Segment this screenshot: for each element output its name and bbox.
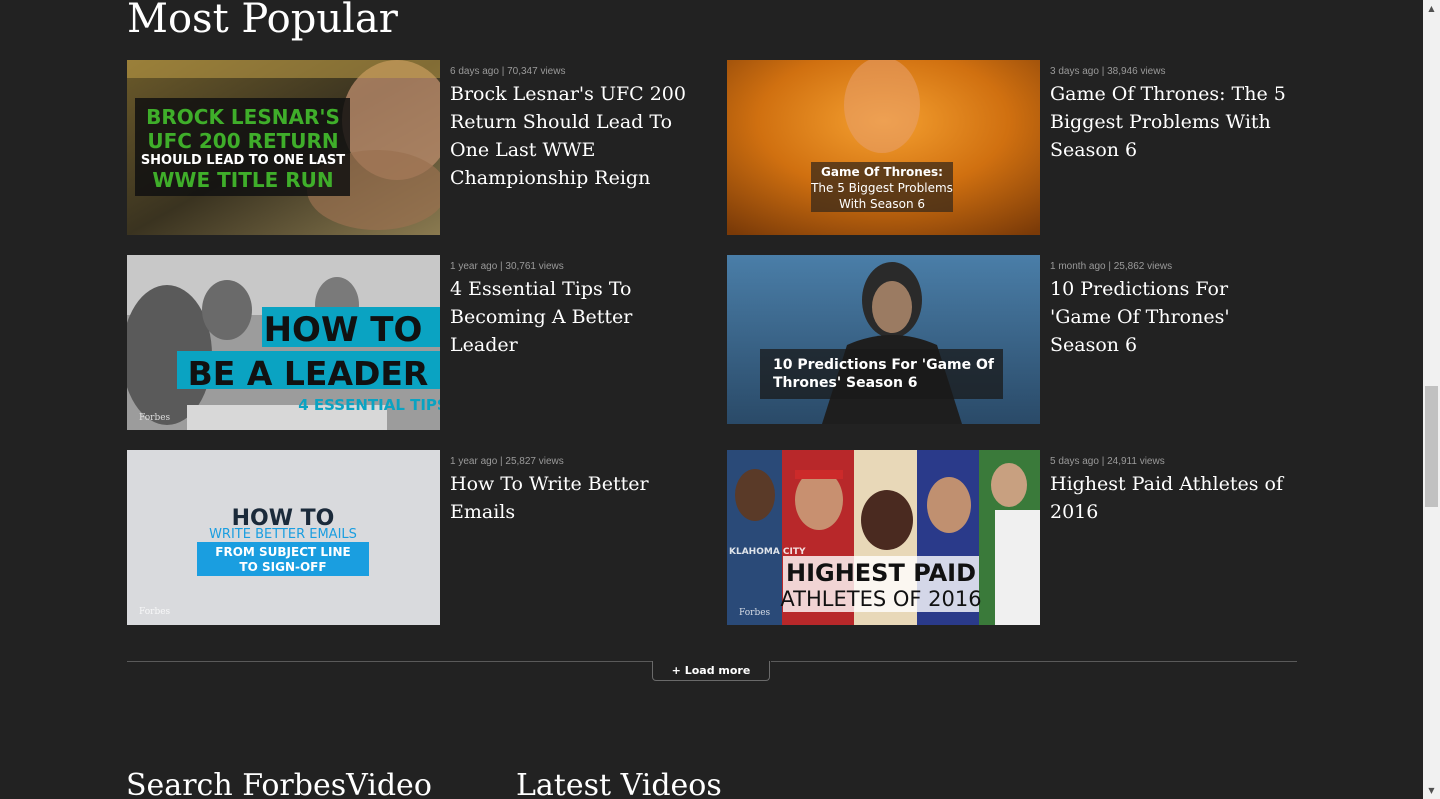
thumb-text: FROM SUBJECT LINE [215, 545, 350, 559]
scroll-up-arrow-icon[interactable]: ▲ [1423, 0, 1440, 17]
thumb-text: Thrones' Season 6 [773, 375, 918, 391]
video-meta: 6 days ago | 70,347 views [450, 66, 566, 77]
vertical-scrollbar[interactable]: ▲ ▼ [1423, 0, 1440, 799]
load-more-button[interactable]: + Load more [652, 661, 770, 681]
video-title-link[interactable]: Brock Lesnar's UFC 200 Return Should Lea… [450, 80, 695, 192]
thumb-watermark: Forbes [139, 413, 171, 423]
thumb-text: TO SIGN-OFF [239, 560, 326, 574]
scroll-down-arrow-icon[interactable]: ▼ [1423, 782, 1440, 799]
video-card[interactable]: HOW TO WRITE BETTER EMAILS FROM SUBJECT … [127, 450, 697, 625]
video-meta: 1 year ago | 30,761 views [450, 261, 564, 272]
video-meta: 5 days ago | 24,911 views [1050, 456, 1165, 467]
video-meta: 1 month ago | 25,862 views [1050, 261, 1173, 272]
video-thumbnail[interactable]: BROCK LESNAR'S UFC 200 RETURN SHOULD LEA… [127, 60, 440, 235]
video-thumbnail[interactable]: Game Of Thrones: The 5 Biggest Problems … [727, 60, 1040, 235]
thumb-watermark: Forbes [739, 608, 771, 618]
video-meta: 1 year ago | 25,827 views [450, 456, 564, 467]
thumb-text: With Season 6 [839, 197, 925, 211]
video-card[interactable]: Game Of Thrones: The 5 Biggest Problems … [727, 60, 1297, 235]
video-thumbnail[interactable]: KLAHOMA CITY HIGHEST PAID ATHLETES OF 20… [727, 450, 1040, 625]
thumb-watermark: Forbes [139, 607, 171, 617]
page: Most Popular BROCK LESNAR'S UFC 200 RETU… [0, 0, 1423, 799]
video-title-link[interactable]: 4 Essential Tips To Becoming A Better Le… [450, 275, 695, 359]
video-card[interactable]: 10 Predictions For 'Game Of Thrones' Sea… [727, 255, 1297, 430]
video-card[interactable]: BROCK LESNAR'S UFC 200 RETURN SHOULD LEA… [127, 60, 697, 235]
video-meta: 3 days ago | 38,946 views [1050, 66, 1166, 77]
thumb-text: BROCK LESNAR'S [146, 105, 340, 129]
video-title-link[interactable]: 10 Predictions For 'Game Of Thrones' Sea… [1050, 275, 1295, 359]
thumb-text: WRITE BETTER EMAILS [209, 527, 357, 542]
divider [127, 661, 653, 662]
thumb-text: ATHLETES OF 2016 [780, 587, 981, 611]
thumb-text: SHOULD LEAD TO ONE LAST [141, 153, 345, 168]
divider [771, 661, 1297, 662]
thumb-text: BE A LEADER [188, 354, 429, 393]
thumb-text: The 5 Biggest Problems [810, 181, 953, 195]
video-thumbnail[interactable]: HOW TO BE A LEADER 4 ESSENTIAL TIPS Forb… [127, 255, 440, 430]
video-title-link[interactable]: Game Of Thrones: The 5 Biggest Problems … [1050, 80, 1295, 164]
video-grid: BROCK LESNAR'S UFC 200 RETURN SHOULD LEA… [127, 60, 1297, 625]
video-thumbnail[interactable]: 10 Predictions For 'Game Of Thrones' Sea… [727, 255, 1040, 424]
thumb-text: KLAHOMA CITY [729, 547, 806, 557]
thumb-text: HOW TO [264, 310, 423, 350]
thumb-text: 10 Predictions For 'Game Of [773, 357, 995, 373]
video-card[interactable]: KLAHOMA CITY HIGHEST PAID ATHLETES OF 20… [727, 450, 1297, 625]
video-thumbnail[interactable]: HOW TO WRITE BETTER EMAILS FROM SUBJECT … [127, 450, 440, 625]
latest-videos-heading: Latest Videos [516, 768, 722, 799]
video-card[interactable]: HOW TO BE A LEADER 4 ESSENTIAL TIPS Forb… [127, 255, 697, 430]
thumb-text: UFC 200 RETURN [147, 129, 338, 153]
search-forbesvideo-heading: Search ForbesVideo [126, 768, 432, 799]
scrollbar-thumb[interactable] [1425, 386, 1438, 507]
thumb-text: HIGHEST PAID [786, 559, 976, 587]
video-title-link[interactable]: Highest Paid Athletes of 2016 [1050, 470, 1295, 526]
thumb-text: Game Of Thrones: [821, 165, 943, 179]
thumb-text: WWE TITLE RUN [152, 168, 333, 192]
thumb-text: 4 ESSENTIAL TIPS [298, 396, 440, 414]
video-title-link[interactable]: How To Write Better Emails [450, 470, 695, 526]
section-title: Most Popular [127, 0, 398, 42]
